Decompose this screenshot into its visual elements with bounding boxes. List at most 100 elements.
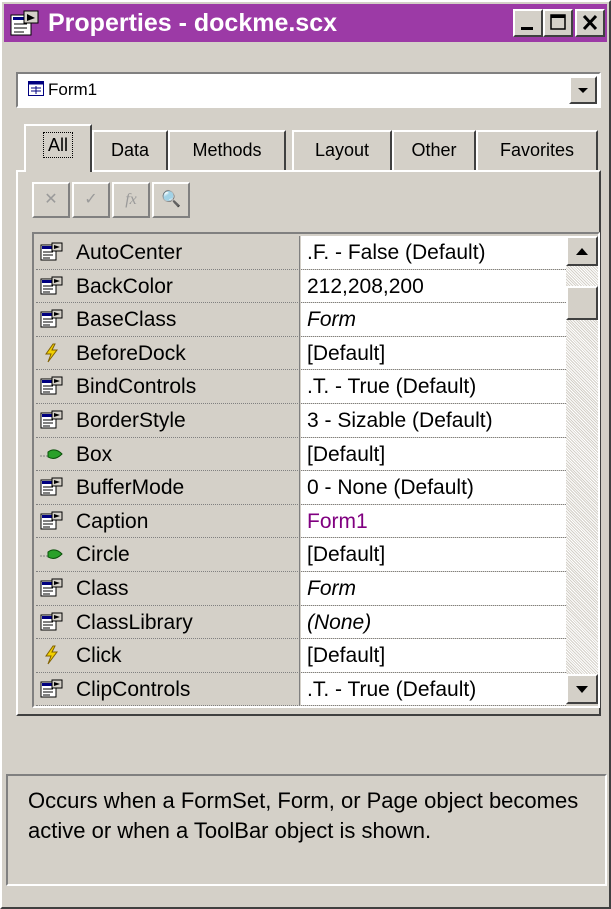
cancel-button[interactable]: ✕: [32, 182, 70, 218]
property-name-cell[interactable]: Caption: [36, 504, 300, 538]
property-value-cell[interactable]: [Default]: [301, 336, 566, 370]
property-name: Box: [76, 442, 113, 466]
property-icon: [40, 242, 64, 262]
property-name-cell[interactable]: Click: [36, 639, 300, 672]
property-row-buffermode[interactable]: BufferMode 0 - None (Default): [36, 471, 566, 505]
property-name-cell[interactable]: Class: [36, 571, 300, 605]
property-row-autocenter[interactable]: AutoCenter .F. - False (Default): [36, 236, 566, 270]
zoom-button[interactable]: 🔍: [152, 182, 190, 218]
property-value: 3 - Sizable (Default): [307, 408, 493, 432]
property-row-circle[interactable]: Circle [Default]: [36, 538, 566, 572]
property-toolbar: ✕ ✓ fx 🔍: [32, 182, 196, 220]
property-value-cell[interactable]: Form1: [301, 504, 566, 538]
description-text: Occurs when a FormSet, Form, or Page obj…: [28, 788, 579, 843]
property-row-clipcontrols[interactable]: ClipControls .T. - True (Default): [36, 672, 566, 707]
minimize-button[interactable]: [513, 9, 543, 37]
property-value-cell[interactable]: Form: [301, 303, 566, 336]
property-name: Circle: [76, 543, 130, 567]
property-icon: [40, 679, 64, 699]
property-value-cell[interactable]: (None): [301, 605, 566, 639]
property-value: [Default]: [307, 442, 386, 466]
tab-layout[interactable]: Layout: [292, 130, 392, 170]
method-icon: [40, 444, 64, 464]
property-row-beforedock[interactable]: BeforeDock [Default]: [36, 336, 566, 371]
property-name-cell[interactable]: BorderStyle: [36, 403, 300, 437]
scroll-up-button[interactable]: [566, 236, 598, 266]
minimize-icon: [521, 27, 533, 30]
tab-favorites[interactable]: Favorites: [476, 130, 598, 170]
property-icon: [40, 410, 64, 430]
property-name-cell[interactable]: Box: [36, 437, 300, 471]
property-value: .T. - True (Default): [307, 375, 477, 399]
tab-other[interactable]: Other: [392, 130, 476, 170]
property-row-borderstyle[interactable]: BorderStyle 3 - Sizable (Default): [36, 403, 566, 438]
property-icon: [40, 612, 64, 632]
property-name-cell[interactable]: Circle: [36, 538, 300, 571]
maximize-icon: [550, 14, 566, 30]
property-name: Caption: [76, 509, 149, 533]
object-selector[interactable]: Form1: [16, 72, 601, 108]
scroll-thumb[interactable]: [566, 286, 598, 320]
property-value-cell[interactable]: .F. - False (Default): [301, 236, 566, 269]
property-icon: [40, 376, 64, 396]
property-name: AutoCenter: [76, 241, 183, 264]
arrow-up-icon: [576, 248, 588, 255]
properties-icon: [10, 10, 39, 36]
property-icon: [40, 309, 64, 329]
tab-data[interactable]: Data: [92, 130, 168, 170]
maximize-button[interactable]: [543, 9, 573, 37]
property-row-baseclass[interactable]: BaseClass Form: [36, 303, 566, 337]
tab-methods[interactable]: Methods: [168, 130, 286, 170]
property-name: BufferMode: [76, 476, 185, 500]
vertical-scrollbar[interactable]: [566, 236, 598, 704]
close-button[interactable]: [575, 9, 605, 37]
property-row-class[interactable]: Class Form: [36, 571, 566, 606]
title-bar[interactable]: Properties - dockme.scx: [4, 4, 607, 42]
property-name-cell[interactable]: BufferMode: [36, 471, 300, 504]
property-value-cell[interactable]: [Default]: [301, 437, 566, 471]
property-value: (None): [307, 610, 372, 634]
property-value: [Default]: [307, 644, 386, 668]
method-icon: [40, 544, 64, 564]
accept-button[interactable]: ✓: [72, 182, 110, 218]
property-name-cell[interactable]: BeforeDock: [36, 336, 300, 370]
property-value-cell[interactable]: .T. - True (Default): [301, 672, 566, 706]
property-value: .T. - True (Default): [307, 677, 477, 701]
property-row-click[interactable]: Click [Default]: [36, 639, 566, 673]
property-value-cell[interactable]: 3 - Sizable (Default): [301, 403, 566, 437]
property-icon: [40, 511, 64, 531]
property-value-cell[interactable]: 212,208,200: [301, 269, 566, 303]
property-value-cell[interactable]: .T. - True (Default): [301, 370, 566, 403]
description-pane: Occurs when a FormSet, Form, or Page obj…: [6, 774, 607, 886]
function-button[interactable]: fx: [112, 182, 150, 218]
properties-window: Properties - dockme.scx Form1 All Data M: [0, 0, 611, 909]
property-name-cell[interactable]: BaseClass: [36, 303, 300, 336]
property-value-cell[interactable]: Form: [301, 571, 566, 605]
checkmark-icon: ✓: [84, 191, 98, 208]
property-value: 212,208,200: [307, 274, 424, 298]
property-name-cell[interactable]: AutoCenter: [36, 236, 300, 269]
property-name: BackColor: [76, 274, 173, 298]
property-value-cell[interactable]: [Default]: [301, 538, 566, 571]
object-dropdown-button[interactable]: [569, 76, 597, 104]
property-name: BorderStyle: [76, 408, 186, 432]
property-name: ClassLibrary: [76, 610, 193, 634]
property-value-cell[interactable]: 0 - None (Default): [301, 471, 566, 504]
property-name: BaseClass: [76, 308, 177, 332]
property-name-cell[interactable]: ClipControls: [36, 672, 300, 706]
property-row-backcolor[interactable]: BackColor 212,208,200: [36, 269, 566, 304]
property-row-bindcontrols[interactable]: BindControls .T. - True (Default): [36, 370, 566, 404]
tab-all[interactable]: All: [24, 124, 92, 172]
property-grid: AutoCenter .F. - False (Default) BackCol…: [32, 232, 600, 708]
scroll-down-button[interactable]: [566, 674, 598, 704]
property-name-cell[interactable]: BackColor: [36, 269, 300, 303]
property-row-caption[interactable]: Caption Form1: [36, 504, 566, 539]
property-row-box[interactable]: Box [Default]: [36, 437, 566, 472]
property-row-classlibrary[interactable]: ClassLibrary (None): [36, 605, 566, 640]
property-name-cell[interactable]: BindControls: [36, 370, 300, 403]
property-value-cell[interactable]: [Default]: [301, 639, 566, 672]
property-name-cell[interactable]: ClassLibrary: [36, 605, 300, 639]
property-value: [Default]: [307, 543, 386, 567]
form-icon: [28, 81, 44, 96]
tab-label: All: [42, 132, 73, 158]
